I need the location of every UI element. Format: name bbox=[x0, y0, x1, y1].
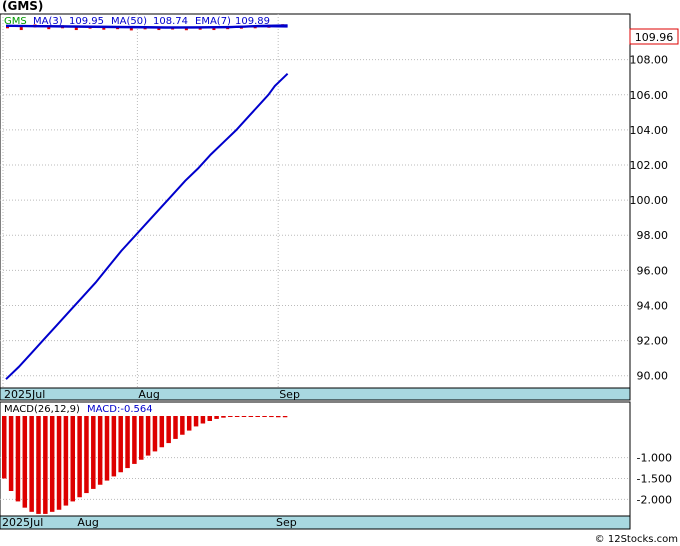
macd-bar bbox=[228, 416, 233, 417]
macd-bar bbox=[152, 416, 158, 452]
macd-bar bbox=[282, 416, 288, 418]
macd-tick-label: -1.500 bbox=[637, 473, 672, 486]
legend-ma3-label: MA(3) bbox=[33, 16, 63, 27]
price-x-label: 2025Jul bbox=[4, 388, 45, 401]
macd-bar bbox=[241, 416, 247, 417]
macd-bar bbox=[173, 416, 178, 439]
price-axis: 90.00 92.00 94.00 96.00 98.00 100.00 102.00 104… bbox=[630, 54, 669, 383]
macd-bar bbox=[248, 416, 254, 417]
macd-bar bbox=[255, 416, 260, 417]
legend-ema7-value: 109.89 bbox=[235, 16, 270, 27]
macd-bar bbox=[221, 416, 226, 418]
price-legend: GMS MA(3) 109.95 MA(50) 108.74 EMA(7) 10… bbox=[4, 16, 270, 27]
price-x-axis-band bbox=[0, 387, 631, 401]
macd-bar bbox=[276, 416, 281, 418]
watermark: © 12Stocks.com bbox=[595, 534, 678, 545]
price-tick-label: 108.00 bbox=[630, 54, 669, 67]
legend-ema7-label: EMA(7) bbox=[195, 16, 231, 27]
macd-bar bbox=[84, 416, 89, 494]
macd-bar bbox=[15, 416, 21, 502]
legend-ma3-value: 109.95 bbox=[69, 16, 104, 27]
macd-bar bbox=[139, 416, 144, 460]
last-price-label: 109.96 bbox=[635, 31, 674, 44]
macd-bar bbox=[193, 416, 199, 427]
macd-bar bbox=[22, 416, 28, 508]
price-x-label: Aug bbox=[138, 388, 159, 401]
macd-bar bbox=[159, 416, 165, 448]
macd-bar bbox=[70, 416, 75, 502]
legend-ma50-label: MA(50) bbox=[111, 16, 147, 27]
macd-bar bbox=[118, 416, 123, 473]
macd-bar bbox=[43, 416, 48, 514]
legend-symbol: GMS bbox=[4, 16, 27, 27]
macd-bar bbox=[63, 416, 69, 506]
macd-bar bbox=[214, 416, 219, 419]
macd-bar bbox=[125, 416, 130, 469]
macd-bar bbox=[111, 416, 117, 477]
macd-legend: MACD(26,12,9) MACD:-0.564 bbox=[4, 404, 153, 415]
macd-x-label: Aug bbox=[77, 516, 98, 529]
macd-bar bbox=[77, 416, 82, 498]
macd-bar bbox=[29, 416, 34, 512]
macd-bar bbox=[132, 416, 137, 464]
macd-bar bbox=[97, 416, 103, 485]
price-x-label: Sep bbox=[279, 388, 300, 401]
macd-bar bbox=[91, 416, 96, 489]
price-tick-label: 102.00 bbox=[630, 159, 669, 172]
price-tick-label: 90.00 bbox=[637, 370, 669, 383]
macd-bar bbox=[8, 416, 14, 491]
macd-bar bbox=[36, 416, 41, 514]
macd-bar bbox=[262, 416, 267, 417]
macd-bar bbox=[166, 416, 171, 444]
macd-bar bbox=[2, 416, 7, 479]
macd-bar bbox=[145, 416, 151, 456]
chart-title: (GMS) bbox=[2, 0, 43, 13]
price-tick-label: 104.00 bbox=[630, 124, 669, 137]
macd-axis: -1.000 -1.500 -2.000 bbox=[637, 452, 672, 507]
price-tick-label: 100.00 bbox=[630, 194, 669, 207]
macd-x-label: 2025Jul bbox=[2, 516, 43, 529]
macd-value-label: MACD:-0.564 bbox=[87, 404, 153, 415]
macd-bar bbox=[49, 416, 55, 512]
macd-bar bbox=[234, 416, 240, 417]
macd-bar bbox=[180, 416, 185, 435]
price-tick-label: 98.00 bbox=[637, 229, 669, 242]
macd-title: MACD(26,12,9) bbox=[4, 404, 80, 415]
macd-bar bbox=[200, 416, 206, 424]
price-tick-label: 94.00 bbox=[637, 299, 669, 312]
price-panel-frame bbox=[0, 13, 631, 389]
macd-bar bbox=[104, 416, 110, 481]
macd-bar bbox=[269, 416, 274, 418]
stock-chart: 90.00 92.00 94.00 96.00 98.00 100.00 102.00 104… bbox=[0, 0, 679, 545]
macd-x-label: Sep bbox=[276, 516, 297, 529]
price-candle bbox=[19, 27, 23, 31]
macd-bar bbox=[207, 416, 212, 421]
price-tick-label: 106.00 bbox=[630, 89, 669, 102]
price-tick-label: 92.00 bbox=[637, 335, 669, 348]
macd-tick-label: -1.000 bbox=[637, 452, 672, 465]
macd-bar bbox=[186, 416, 192, 431]
price-tick-label: 96.00 bbox=[637, 264, 669, 277]
macd-tick-label: -2.000 bbox=[637, 493, 672, 506]
legend-ma50-value: 108.74 bbox=[153, 16, 188, 27]
macd-bar bbox=[56, 416, 62, 510]
